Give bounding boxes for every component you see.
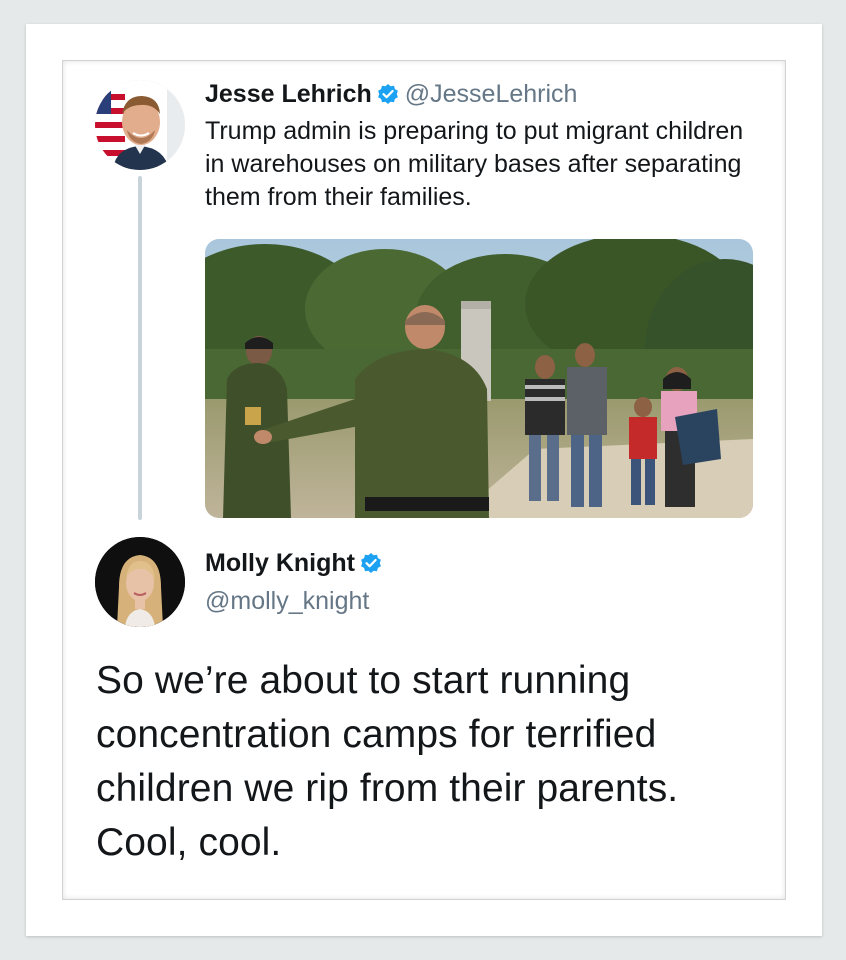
tweet2-header: Molly Knight xyxy=(205,546,388,580)
tweet1-author-handle[interactable]: @JesseLehrich xyxy=(405,80,578,109)
tweet2-author-name[interactable]: Molly Knight xyxy=(205,549,355,578)
profile-photo-icon xyxy=(95,80,185,170)
tweet1-header: Jesse Lehrich @JesseLehrich xyxy=(205,77,577,111)
verified-badge-icon xyxy=(377,83,399,105)
tweet1-text: Trump admin is preparing to put migrant … xyxy=(205,117,744,211)
photo-border-patrol-agents-and-migrants-icon xyxy=(205,239,753,518)
avatar-molly-knight[interactable] xyxy=(95,537,185,627)
verified-badge-icon xyxy=(360,552,382,574)
tweet1-media-photo[interactable] xyxy=(205,239,753,518)
tweet2-text: So we’re about to start running concentr… xyxy=(96,659,679,864)
tweet1-author-name[interactable]: Jesse Lehrich xyxy=(205,80,372,109)
profile-photo-icon xyxy=(95,537,185,627)
tweet2-author-handle[interactable]: @molly_knight xyxy=(205,587,369,616)
avatar-jesse-lehrich[interactable] xyxy=(95,80,185,170)
thread-connector-line xyxy=(138,176,142,520)
